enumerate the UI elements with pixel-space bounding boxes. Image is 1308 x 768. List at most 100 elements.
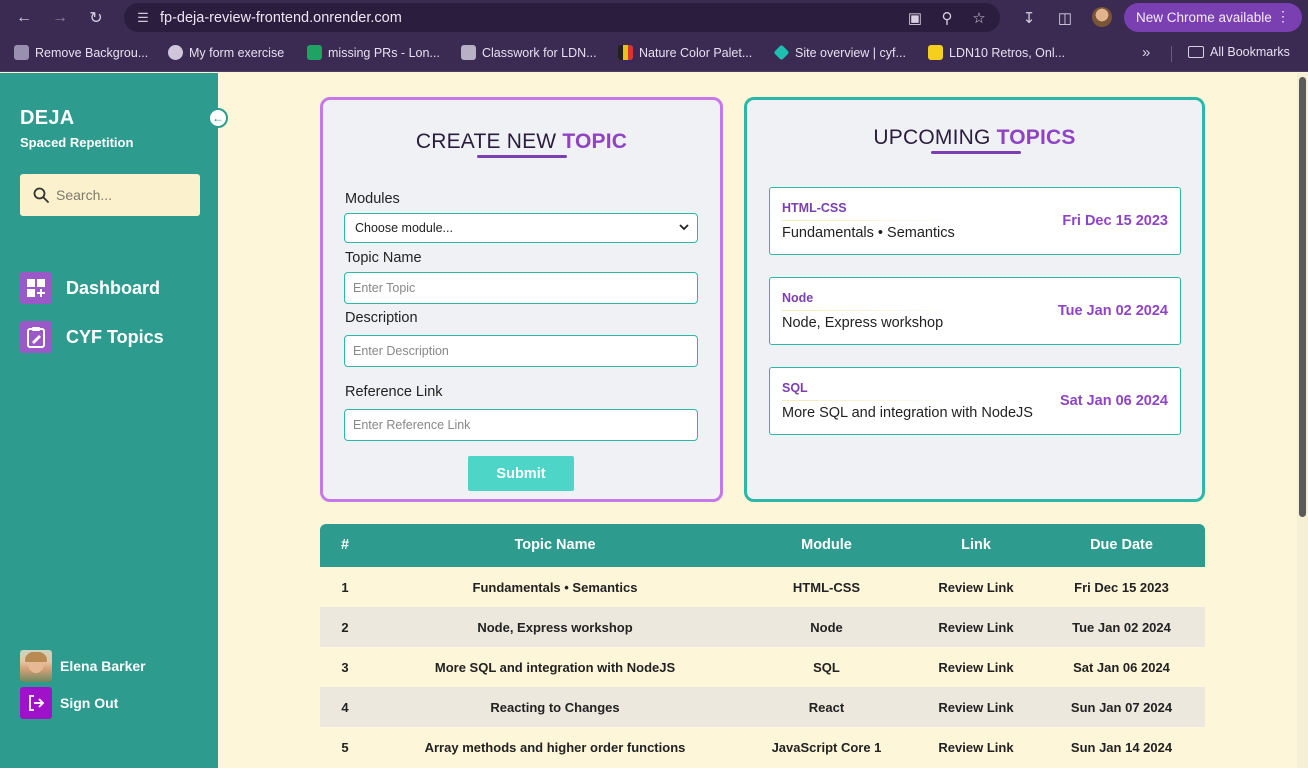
page-scrollbar[interactable] xyxy=(1297,73,1308,768)
profile-avatar-icon[interactable] xyxy=(1092,7,1112,27)
chevron-down-icon xyxy=(679,224,689,231)
sign-out-icon xyxy=(20,687,52,719)
collapse-sidebar-icon[interactable]: ← xyxy=(208,108,228,128)
upcoming-topic-name: Node, Express workshop xyxy=(782,315,944,331)
search-input[interactable] xyxy=(56,187,196,203)
browser-toolbar: ← → ↻ ☰ fp-deja-review-frontend.onrender… xyxy=(0,0,1308,36)
row-number: 2 xyxy=(341,620,349,635)
user-profile: Elena Barker xyxy=(20,650,146,682)
classroom-icon xyxy=(461,45,476,60)
column-header-num: # xyxy=(340,537,350,553)
row-number: 1 xyxy=(341,580,349,595)
search-icon xyxy=(33,187,49,203)
upcoming-module: HTML-CSS xyxy=(782,201,847,215)
dashboard-icon xyxy=(20,272,52,304)
review-link[interactable]: Review Link xyxy=(913,580,1039,595)
side-panel-icon[interactable]: ◫ xyxy=(1054,7,1076,29)
table-row: 3 More SQL and integration with NodeJS S… xyxy=(320,647,1205,687)
reload-icon[interactable]: ↻ xyxy=(84,6,108,30)
review-link[interactable]: Review Link xyxy=(913,740,1039,755)
all-bookmarks-label: All Bookmarks xyxy=(1210,45,1290,59)
topic-name-input[interactable] xyxy=(344,272,698,304)
upcoming-topic-item[interactable]: HTML-CSS Fundamentals • Semantics Fri De… xyxy=(769,187,1181,255)
row-module: React xyxy=(808,700,845,715)
sign-out-button[interactable]: Sign Out xyxy=(20,687,118,719)
back-icon[interactable]: ← xyxy=(12,6,36,30)
sign-out-label: Sign Out xyxy=(60,695,119,711)
sidebar-item-cyf-topics[interactable]: CYF Topics xyxy=(20,321,164,353)
address-bar[interactable]: ☰ fp-deja-review-frontend.onrender.com xyxy=(124,3,1000,32)
bookmark-label: Classwork for LDN... xyxy=(482,45,597,60)
bookmark-item[interactable]: Site overview | cyf... xyxy=(773,44,906,61)
sheets-icon xyxy=(307,45,322,60)
new-chrome-button[interactable]: New Chrome available ⋮ xyxy=(1124,3,1302,32)
row-topic: Node, Express workshop xyxy=(477,620,633,635)
brand-subtitle: Spaced Repetition xyxy=(20,135,134,150)
zoom-icon[interactable]: ⚲ xyxy=(936,7,958,29)
title-accent: TOPIC xyxy=(562,130,628,153)
install-app-icon[interactable]: ▣ xyxy=(904,7,926,29)
module-divider xyxy=(782,310,957,311)
bookmark-label: Nature Color Palet... xyxy=(639,45,753,60)
row-due-date: Sun Jan 14 2024 xyxy=(1070,740,1173,755)
bookmark-label: Remove Backgrou... xyxy=(35,45,149,60)
stack-icon xyxy=(14,45,29,60)
review-link[interactable]: Review Link xyxy=(913,700,1039,715)
bookmark-label: LDN10 Retros, Onl... xyxy=(949,45,1066,60)
modules-select[interactable]: Choose module... xyxy=(344,213,698,243)
review-link[interactable]: Review Link xyxy=(913,620,1039,635)
more-bookmarks-icon[interactable]: » xyxy=(1142,44,1150,61)
upcoming-topic-item[interactable]: Node Node, Express workshop Tue Jan 02 2… xyxy=(769,277,1181,345)
row-number: 3 xyxy=(341,660,349,675)
column-header-due: Due Date xyxy=(1090,537,1153,553)
reference-link-label: Reference Link xyxy=(345,384,443,400)
row-module: SQL xyxy=(813,660,840,675)
forward-icon[interactable]: → xyxy=(48,6,72,30)
diamond-icon xyxy=(773,44,790,61)
bookmark-label: Site overview | cyf... xyxy=(795,45,906,60)
reference-link-input[interactable] xyxy=(344,409,698,441)
review-link[interactable]: Review Link xyxy=(913,660,1039,675)
row-topic: Array methods and higher order functions xyxy=(424,740,686,755)
row-module: Node xyxy=(810,620,843,635)
sidebar-item-dashboard[interactable]: Dashboard xyxy=(20,272,160,304)
download-icon[interactable]: ↧ xyxy=(1018,7,1040,29)
user-name: Elena Barker xyxy=(60,658,146,674)
bookmark-item[interactable]: LDN10 Retros, Onl... xyxy=(928,45,1065,60)
bookmark-item[interactable]: Classwork for LDN... xyxy=(461,45,597,60)
modules-label: Modules xyxy=(345,191,400,207)
upcoming-topic-name: Fundamentals • Semantics xyxy=(782,225,955,241)
globe-icon xyxy=(168,45,183,60)
bookmark-item[interactable]: My form exercise xyxy=(168,45,284,60)
avatar xyxy=(20,650,52,682)
bookmarks-divider xyxy=(1171,46,1172,62)
row-due-date: Sun Jan 07 2024 xyxy=(1070,700,1173,715)
sidebar: DEJA Spaced Repetition ← Dashboard xyxy=(0,73,228,768)
all-bookmarks-button[interactable]: All Bookmarks xyxy=(1188,45,1290,59)
row-topic: Reacting to Changes xyxy=(490,700,620,715)
bookmark-star-icon[interactable]: ☆ xyxy=(968,7,990,29)
row-module: HTML-CSS xyxy=(792,580,861,595)
upcoming-module: Node xyxy=(782,291,814,305)
upcoming-topic-item[interactable]: SQL More SQL and integration with NodeJS… xyxy=(769,367,1181,435)
topics-table: # Topic Name Module Link Due Date 1 Fund… xyxy=(320,524,1205,767)
row-due-date: Tue Jan 02 2024 xyxy=(1072,620,1171,635)
bookmarks-bar: Remove Backgrou... My form exercise miss… xyxy=(0,36,1308,72)
upcoming-date: Tue Jan 02 2024 xyxy=(1057,303,1168,319)
create-topic-card: CREATE NEW TOPIC Modules Choose module..… xyxy=(320,97,723,502)
new-chrome-label: New Chrome available xyxy=(1136,10,1272,25)
kebab-menu-icon[interactable]: ⋮ xyxy=(1276,9,1290,23)
scrollbar-thumb[interactable] xyxy=(1299,77,1306,517)
search-box[interactable] xyxy=(20,174,200,216)
description-input[interactable] xyxy=(344,335,698,367)
upcoming-module: SQL xyxy=(782,381,808,395)
bookmark-item[interactable]: Nature Color Palet... xyxy=(618,45,752,60)
column-header-module: Module xyxy=(801,537,852,553)
bookmark-item[interactable]: Remove Backgrou... xyxy=(14,45,148,60)
submit-button[interactable]: Submit xyxy=(468,456,574,491)
upcoming-topic-name: More SQL and integration with NodeJS xyxy=(782,405,1033,421)
bookmark-item[interactable]: missing PRs - Lon... xyxy=(307,45,440,60)
table-row: 1 Fundamentals • Semantics HTML-CSS Revi… xyxy=(320,567,1205,607)
site-settings-icon[interactable]: ☰ xyxy=(134,9,152,27)
clipboard-icon xyxy=(20,321,52,353)
